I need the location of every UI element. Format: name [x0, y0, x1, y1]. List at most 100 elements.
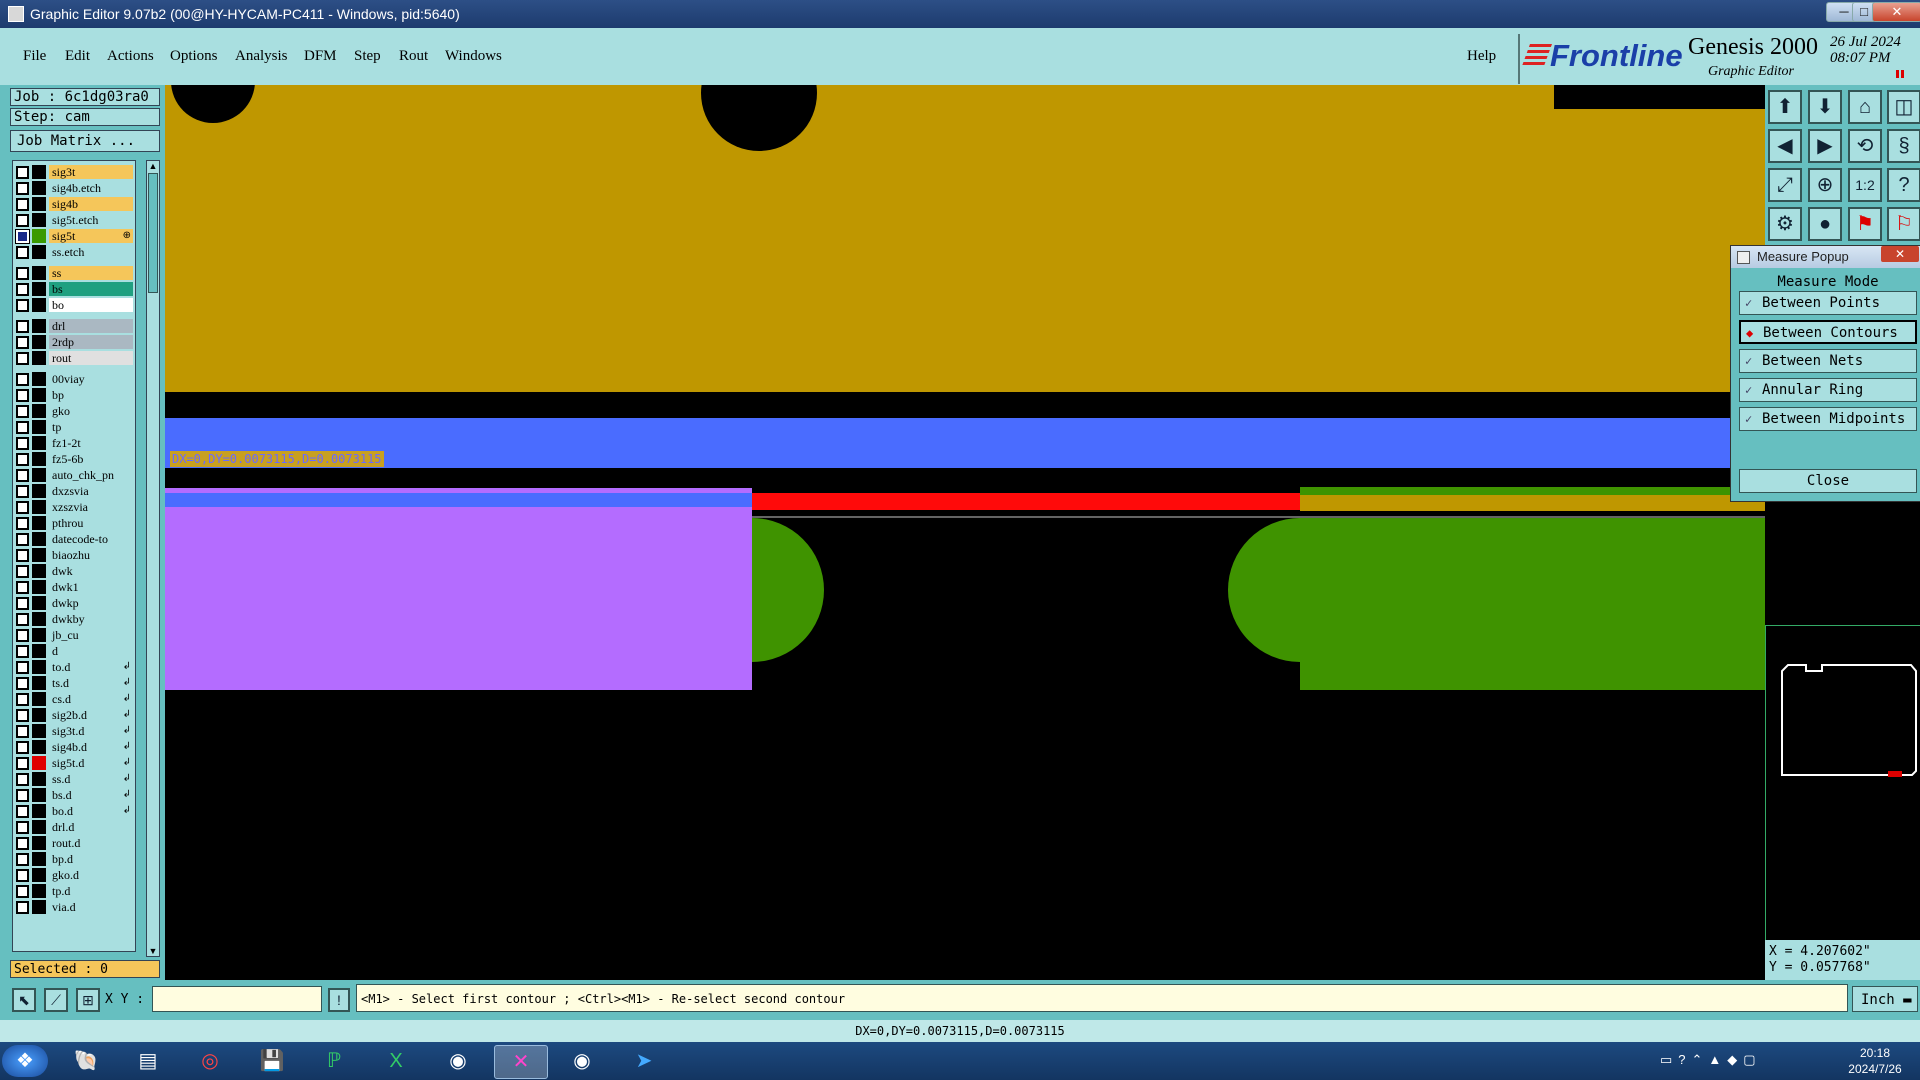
layer-checkbox[interactable] [16, 677, 29, 690]
layer-row[interactable]: sig4b [13, 197, 135, 211]
zoom-bottom-icon[interactable]: ⬇ [1808, 90, 1842, 124]
layer-color-swatch[interactable] [32, 298, 46, 312]
graphic-canvas[interactable]: DX=0,DY=0.0073115,D=0.0073115 [165, 85, 1765, 980]
layer-name[interactable]: via.d [49, 900, 133, 914]
layer-color-swatch[interactable] [32, 660, 46, 674]
layer-name[interactable]: pthrou [49, 516, 133, 530]
layer-checkbox[interactable] [16, 437, 29, 450]
layer-name[interactable]: ss.etch [49, 245, 133, 259]
layer-color-swatch[interactable] [32, 692, 46, 706]
layer-checkbox[interactable] [16, 336, 29, 349]
layer-name[interactable]: drl [49, 319, 133, 333]
layer-row[interactable]: via.d [13, 900, 135, 914]
layer-name[interactable]: sig4b.d [49, 740, 133, 754]
layer-color-swatch[interactable] [32, 628, 46, 642]
layer-checkbox[interactable] [16, 741, 29, 754]
scroll-down-icon[interactable]: ▼ [148, 946, 158, 956]
layer-name[interactable]: 00viay [49, 372, 133, 386]
layer-row[interactable]: jb_cu [13, 628, 135, 642]
layer-name[interactable]: sig2b.d [49, 708, 133, 722]
layer-color-swatch[interactable] [32, 181, 46, 195]
zoom-center-icon[interactable]: ⊕ [1808, 168, 1842, 202]
layer-row[interactable]: bp.d [13, 852, 135, 866]
layer-name[interactable]: tp [49, 420, 133, 434]
layer-color-swatch[interactable] [32, 452, 46, 466]
pan-right-icon[interactable]: ▶ [1808, 129, 1842, 163]
layer-name[interactable]: dwkp [49, 596, 133, 610]
layer-color-swatch[interactable] [32, 197, 46, 211]
layer-checkbox[interactable] [16, 320, 29, 333]
layer-color-swatch[interactable] [32, 372, 46, 386]
layer-checkbox[interactable] [16, 352, 29, 365]
grid-tool-icon[interactable]: ⊞ [76, 988, 100, 1012]
layer-color-swatch[interactable] [32, 436, 46, 450]
layer-color-swatch[interactable] [32, 772, 46, 786]
layer-row[interactable]: drl [13, 319, 135, 333]
task-save-icon[interactable]: 💾 [246, 1045, 298, 1077]
fit-screen-icon[interactable]: ⤢ [1768, 168, 1802, 202]
board-overview[interactable] [1765, 625, 1920, 942]
layer-checkbox[interactable] [16, 517, 29, 530]
layer-name[interactable]: sig4b [49, 197, 133, 211]
layer-name[interactable]: ss.d [49, 772, 133, 786]
layer-checkbox[interactable] [16, 182, 29, 195]
layer-name[interactable]: dwk1 [49, 580, 133, 594]
layer-color-swatch[interactable] [32, 676, 46, 690]
layer-color-swatch[interactable] [32, 852, 46, 866]
layer-checkbox[interactable] [16, 661, 29, 674]
layer-name[interactable]: sig5t.d [49, 756, 133, 770]
layer-row[interactable]: ts.d ↲ [13, 676, 135, 690]
layer-row[interactable]: sig5t ⊕ [13, 229, 135, 244]
layer-checkbox[interactable] [16, 709, 29, 722]
layer-color-swatch[interactable] [32, 900, 46, 914]
layer-row[interactable]: bs [13, 282, 135, 296]
layer-name[interactable]: fz1-2t [49, 436, 133, 450]
layer-name[interactable]: biaozhu [49, 548, 133, 562]
layer-row[interactable]: 00viay [13, 372, 135, 386]
layer-checkbox[interactable] [16, 198, 29, 211]
layer-row[interactable]: bp [13, 388, 135, 402]
layer-name[interactable]: ss [49, 266, 133, 280]
layer-list[interactable]: sig3t sig4b.etch sig4b sig5t.etch sig5t ⊕ ss.e… [12, 160, 136, 952]
job-matrix-button[interactable]: Job Matrix ... [10, 130, 160, 152]
layer-color-swatch[interactable] [32, 740, 46, 754]
layer-color-swatch[interactable] [32, 804, 46, 818]
layer-checkbox[interactable] [16, 389, 29, 402]
layer-row[interactable]: d [13, 644, 135, 658]
layer-color-swatch[interactable] [32, 165, 46, 179]
layer-row[interactable]: datecode-to [13, 532, 135, 546]
layer-checkbox[interactable] [16, 725, 29, 738]
layer-row[interactable]: sig2b.d ↲ [13, 708, 135, 722]
layer-checkbox[interactable] [16, 469, 29, 482]
scroll-thumb[interactable] [148, 173, 158, 293]
layer-name[interactable]: bs [49, 282, 133, 296]
menu-rout[interactable]: Rout [399, 48, 428, 65]
layer-row[interactable]: gko [13, 404, 135, 418]
units-dropdown[interactable]: Inch ▬ [1852, 986, 1918, 1012]
system-tray-icons[interactable]: ▭?⌃▲◆▢ [1660, 1052, 1762, 1068]
layer-checkbox[interactable] [16, 581, 29, 594]
menu-options[interactable]: Options [170, 48, 218, 65]
layer-row[interactable]: xzszvia [13, 500, 135, 514]
option-between-midpoints[interactable]: ✓ Between Midpoints [1739, 407, 1917, 431]
layer-name[interactable]: bp.d [49, 852, 133, 866]
layer-checkbox[interactable] [16, 485, 29, 498]
layer-name[interactable]: rout.d [49, 836, 133, 850]
menu-edit[interactable]: Edit [65, 48, 90, 65]
layer-row[interactable]: fz5-6b [13, 452, 135, 466]
split-view-icon[interactable]: ◫ [1887, 90, 1920, 124]
help-query-icon[interactable]: ? [1887, 168, 1920, 202]
settings-icon[interactable]: ⚙ [1768, 207, 1802, 241]
layer-row[interactable]: fz1-2t [13, 436, 135, 450]
layer-name[interactable]: sig3t [49, 165, 133, 179]
tray-clock[interactable]: 20:18 2024/7/26 [1835, 1045, 1915, 1077]
scroll-up-icon[interactable]: ▲ [148, 161, 158, 171]
menu-file[interactable]: File [23, 48, 46, 65]
layer-color-swatch[interactable] [32, 484, 46, 498]
pan-left-icon[interactable]: ◀ [1768, 129, 1802, 163]
layer-color-swatch[interactable] [32, 884, 46, 898]
layer-color-swatch[interactable] [32, 788, 46, 802]
layer-checkbox[interactable] [16, 299, 29, 312]
layer-name[interactable]: sig3t.d [49, 724, 133, 738]
layer-checkbox[interactable] [16, 821, 29, 834]
